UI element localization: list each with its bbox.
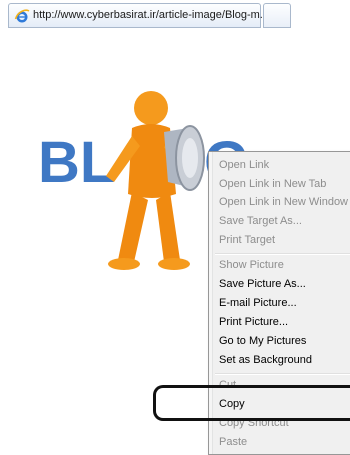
menu-item-email-picture[interactable]: E-mail Picture...	[219, 294, 297, 313]
menu-item-open-link-new-tab[interactable]: Open Link in New Tab	[219, 175, 326, 194]
browser-tab[interactable]: http://www.cyberbasirat.ir/article-image…	[8, 3, 269, 28]
menu-item-print-picture[interactable]: Print Picture...	[219, 313, 288, 332]
megaphone	[164, 125, 205, 191]
menu-item-open-link[interactable]: Open Link	[219, 156, 269, 175]
menu-item-save-target-as[interactable]: Save Target As...	[219, 212, 302, 231]
menu-item-print-target[interactable]: Print Target	[219, 231, 275, 250]
menu-item-set-as-background[interactable]: Set as Background	[219, 351, 312, 370]
menu-item-paste[interactable]: Paste	[219, 433, 247, 452]
menu-item-go-to-my-pictures[interactable]: Go to My Pictures	[219, 332, 306, 351]
menu-separator	[215, 253, 350, 255]
new-tab-button[interactable]	[263, 3, 291, 28]
copy-highlight-outline	[153, 385, 350, 421]
tab-title: http://www.cyberbasirat.ir/article-image…	[33, 9, 269, 21]
menu-separator	[215, 373, 350, 375]
blog-letters: BL	[38, 130, 115, 195]
menu-item-open-link-new-window[interactable]: Open Link in New Window	[219, 193, 348, 212]
ie-icon	[14, 9, 30, 23]
menu-item-show-picture[interactable]: Show Picture	[219, 256, 284, 275]
menu-item-save-picture-as[interactable]: Save Picture As...	[219, 275, 306, 294]
tab-bar: http://www.cyberbasirat.ir/article-image…	[0, 0, 350, 33]
